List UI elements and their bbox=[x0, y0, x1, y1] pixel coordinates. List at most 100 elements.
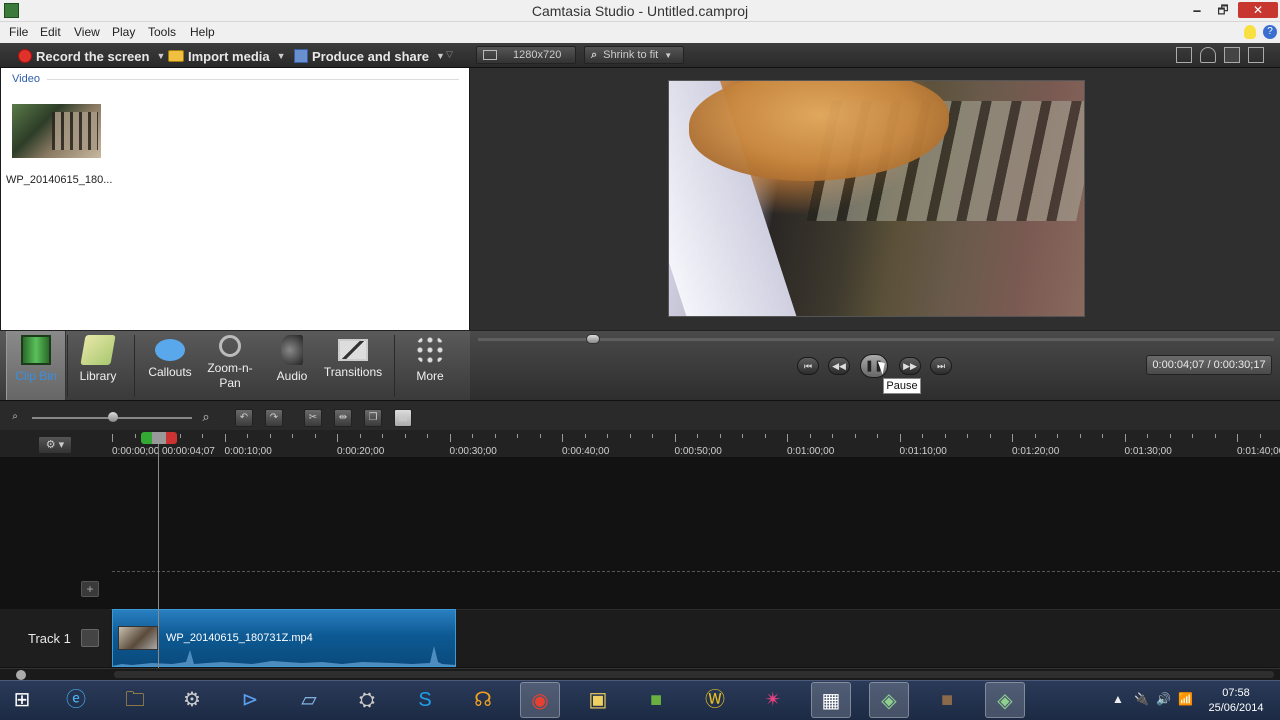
ruler-tick bbox=[224, 434, 226, 442]
rewind-button[interactable]: ◀◀ bbox=[828, 357, 850, 375]
ruler-tick-label: 0:01:30;00 bbox=[1124, 446, 1172, 457]
timecode-display: 0:00:04;07 / 0:00:30;17 bbox=[1146, 355, 1272, 375]
go-to-end-button[interactable]: ⏭ bbox=[930, 357, 952, 375]
app-icon[interactable]: ▣ bbox=[578, 682, 618, 718]
zoom-out-icon[interactable]: ⌕ bbox=[6, 409, 24, 427]
redo-icon[interactable]: ↷ bbox=[265, 409, 283, 427]
tab-callouts[interactable]: Callouts bbox=[140, 331, 200, 401]
import-media-button[interactable]: Import media ▼ bbox=[168, 47, 286, 65]
menu-tools[interactable]: Tools bbox=[148, 25, 176, 39]
tab-more[interactable]: More bbox=[400, 331, 460, 401]
record-screen-button[interactable]: Record the screen ▼ bbox=[18, 47, 165, 65]
start-icon[interactable]: ⊞ bbox=[2, 682, 42, 718]
help-icon[interactable]: ? bbox=[1263, 25, 1277, 39]
ruler-minor-tick bbox=[382, 434, 383, 438]
tab-library[interactable]: Library bbox=[68, 331, 128, 401]
minecraft-2-icon[interactable]: ■ bbox=[927, 682, 967, 718]
menu-help[interactable]: Help bbox=[190, 25, 215, 39]
section-divider bbox=[47, 79, 459, 80]
produce-share-button[interactable]: Produce and share ▼ bbox=[294, 47, 445, 65]
tab-audio[interactable]: Audio bbox=[262, 331, 322, 401]
close-button[interactable]: ✕ bbox=[1238, 2, 1278, 18]
tab-clip-bin[interactable]: Clip Bin bbox=[6, 331, 66, 401]
ruler-minor-tick bbox=[472, 434, 473, 438]
add-track-button[interactable]: + bbox=[81, 581, 99, 597]
skype-icon[interactable]: S bbox=[405, 682, 445, 718]
fullscreen-icon[interactable] bbox=[1224, 47, 1240, 63]
ruler-tick bbox=[787, 434, 788, 442]
explorer-icon[interactable]: 🗀 bbox=[115, 682, 155, 718]
visual-studio-icon[interactable]: ⊳ bbox=[230, 682, 270, 718]
network-icon[interactable]: 📶 bbox=[1178, 692, 1193, 706]
ruler-minor-tick bbox=[809, 434, 811, 438]
track-height-slider[interactable] bbox=[16, 670, 26, 680]
undo-icon[interactable]: ↶ bbox=[235, 409, 253, 427]
playhead-line bbox=[158, 444, 159, 668]
clock[interactable]: 07:58 25/06/2014 bbox=[1200, 686, 1272, 716]
library-icon bbox=[80, 335, 116, 365]
game-icon[interactable]: ⛭ bbox=[347, 682, 387, 718]
ruler-tick bbox=[674, 434, 676, 442]
menu-file[interactable]: File bbox=[9, 25, 28, 39]
tab-zoom-n-pan[interactable]: Zoom-n- Pan bbox=[200, 331, 260, 401]
menu-view[interactable]: View bbox=[74, 25, 100, 39]
clock-date: 25/06/2014 bbox=[1208, 702, 1264, 714]
dimensions-dropdown[interactable]: 1280x720 bbox=[476, 46, 576, 64]
lock-icon[interactable] bbox=[81, 629, 99, 647]
paste-icon[interactable]: ▤ bbox=[394, 409, 412, 427]
tray-overflow-icon[interactable]: ▲ bbox=[1112, 692, 1124, 706]
ruler-minor-tick bbox=[292, 434, 293, 438]
media-thumbnail[interactable] bbox=[12, 104, 101, 158]
zoom-slider-handle[interactable] bbox=[108, 412, 118, 422]
menu-edit[interactable]: Edit bbox=[40, 25, 61, 39]
scrub-handle[interactable] bbox=[586, 334, 600, 344]
fast-forward-button[interactable]: ▶▶ bbox=[899, 357, 921, 375]
ruler-minor-tick bbox=[404, 434, 406, 438]
clock-time: 07:58 bbox=[1222, 687, 1250, 699]
timeline-scrollbar[interactable] bbox=[0, 668, 1280, 680]
toolbar-overflow-icon[interactable]: ▽ bbox=[446, 49, 453, 60]
timeline-toolbar bbox=[0, 400, 1280, 430]
volume-icon[interactable]: 🔊 bbox=[1156, 692, 1171, 706]
detach-icon[interactable] bbox=[1248, 47, 1264, 63]
minecraft-icon[interactable]: ■ bbox=[636, 682, 676, 718]
lightbulb-icon[interactable] bbox=[1244, 25, 1256, 39]
camtasia-studio-icon[interactable]: ◈ bbox=[869, 682, 909, 718]
zoom-dropdown[interactable]: ⌕ Shrink to fit ▼ bbox=[584, 46, 684, 64]
ruler-tick bbox=[1237, 434, 1238, 442]
ruler-tick-label: 0:01:00;00 bbox=[787, 446, 835, 457]
media-filename: WP_20140615_180... bbox=[6, 174, 113, 186]
copy-icon[interactable]: ❐ bbox=[364, 409, 382, 427]
video-frame[interactable] bbox=[668, 80, 1085, 317]
zoom-in-icon[interactable]: ⌕ bbox=[197, 409, 215, 427]
chrome-icon[interactable]: ◉ bbox=[520, 682, 560, 718]
menu-play[interactable]: Play bbox=[112, 25, 135, 39]
cut-icon[interactable]: ✂ bbox=[304, 409, 322, 427]
produce-icon bbox=[294, 49, 308, 63]
crop-icon[interactable] bbox=[1176, 47, 1192, 63]
camtasia-recorder-icon[interactable]: ▦ bbox=[811, 682, 851, 718]
ruler-tick bbox=[1012, 434, 1013, 442]
headphones-icon[interactable]: ☊ bbox=[463, 682, 503, 718]
ie-icon[interactable]: ⓔ bbox=[56, 682, 96, 718]
camtasia-3-icon[interactable]: ◈ bbox=[985, 682, 1025, 718]
go-to-start-button[interactable]: ⏮ bbox=[797, 357, 819, 375]
tab-transitions[interactable]: Transitions bbox=[318, 331, 388, 401]
wow-icon[interactable]: Ⓦ bbox=[695, 682, 735, 718]
notepad-icon[interactable]: ▱ bbox=[289, 682, 329, 718]
playhead-marker[interactable] bbox=[141, 432, 177, 444]
steam-icon[interactable]: ⚙ bbox=[172, 682, 212, 718]
power-icon[interactable]: 🔌 bbox=[1134, 692, 1149, 706]
timeline-settings-button[interactable]: ⚙ ▾ bbox=[38, 436, 72, 454]
ruler-tick-label: 0:00:40;00 bbox=[562, 446, 610, 457]
hand-icon[interactable] bbox=[1200, 47, 1216, 63]
atom-icon[interactable]: ✴ bbox=[753, 682, 793, 718]
restore-button[interactable]: 🗗 bbox=[1210, 2, 1236, 18]
clip-bin-panel: Video WP_20140615_180... bbox=[1, 68, 469, 330]
ruler-minor-tick bbox=[1192, 434, 1193, 438]
ruler-minor-tick bbox=[607, 434, 608, 438]
minimize-button[interactable]: 🗕 bbox=[1184, 2, 1210, 18]
ruler-minor-tick bbox=[629, 434, 631, 438]
split-icon[interactable]: ⇹ bbox=[334, 409, 352, 427]
audio-waveform bbox=[112, 646, 456, 666]
